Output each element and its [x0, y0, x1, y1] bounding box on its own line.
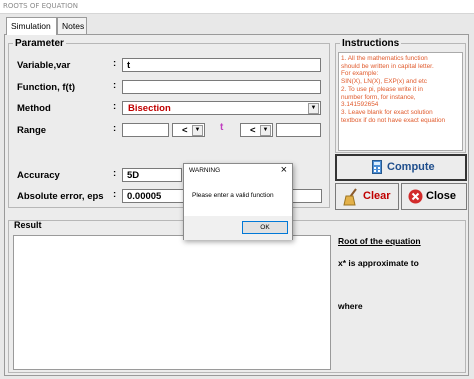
- result-title: Result: [14, 220, 42, 230]
- compute-button[interactable]: Compute: [335, 154, 467, 181]
- instruction-line: SIN(X), LN(X), EXP(x) and etc: [341, 78, 427, 86]
- tab-simulation[interactable]: Simulation: [6, 17, 57, 35]
- root-approx-label: x* is approximate to: [338, 258, 419, 268]
- method-colon: :: [113, 101, 117, 112]
- accuracy-colon: :: [113, 168, 117, 179]
- range-lower-input[interactable]: [122, 123, 169, 137]
- instruction-line: should be written in capital letter.: [341, 62, 434, 70]
- clear-button[interactable]: Clear: [335, 183, 399, 210]
- dialog-message: Please enter a valid function: [192, 192, 274, 199]
- abs-error-input[interactable]: 0.00005: [122, 189, 184, 203]
- variable-input[interactable]: t: [122, 58, 321, 72]
- compute-button-label: Compute: [387, 161, 435, 173]
- instructions-text: 1. All the mathematics function should b…: [338, 52, 463, 151]
- instruction-line: 2. To use pi, please write it in: [341, 85, 423, 93]
- range-operator-2-value: <: [250, 125, 256, 136]
- range-label: Range: [17, 125, 47, 136]
- root-where-label: where: [338, 301, 363, 311]
- range-colon: :: [113, 123, 117, 134]
- dialog-close-icon[interactable]: ×: [281, 164, 287, 176]
- window-title-bar: ROOTS OF EQUATION: [0, 0, 474, 14]
- chevron-down-icon[interactable]: ▼: [308, 103, 319, 114]
- function-label: Function, f(t): [17, 82, 76, 93]
- dialog-ok-button[interactable]: OK: [242, 221, 288, 234]
- range-operator-2-select[interactable]: < ▼: [240, 123, 273, 137]
- accuracy-input[interactable]: 5D: [122, 168, 182, 182]
- dialog-title: WARNING: [189, 167, 221, 174]
- broom-icon: [343, 188, 357, 206]
- chevron-down-icon[interactable]: ▼: [192, 125, 203, 136]
- instruction-line: 1. All the mathematics function: [341, 55, 428, 62]
- calculator-icon: [372, 160, 382, 174]
- tab-notes[interactable]: Notes: [57, 17, 87, 34]
- range-operator-1-select[interactable]: < ▼: [172, 123, 205, 137]
- instruction-line: 3.141592654: [341, 101, 379, 109]
- chevron-down-icon[interactable]: ▼: [260, 125, 271, 136]
- instruction-line: For example:: [341, 70, 379, 78]
- variable-colon: :: [113, 58, 117, 69]
- range-operator-1-value: <: [182, 125, 188, 136]
- range-variable: t: [220, 122, 224, 133]
- parameter-title: Parameter: [13, 38, 66, 49]
- warning-dialog: WARNING × Please enter a valid function …: [183, 163, 293, 240]
- close-icon: [408, 189, 423, 204]
- function-input[interactable]: [122, 80, 321, 94]
- range-upper-input[interactable]: [276, 123, 321, 137]
- variable-label: Variable,var: [17, 60, 71, 71]
- method-selected-value: Bisection: [128, 103, 171, 114]
- method-select[interactable]: Bisection ▼: [122, 101, 321, 115]
- method-label: Method: [17, 103, 51, 114]
- clear-button-label: Clear: [363, 190, 391, 202]
- function-colon: :: [113, 80, 117, 91]
- instructions-title: Instructions: [340, 38, 402, 49]
- instruction-line: number form, for instance,: [341, 93, 416, 101]
- instruction-line: 3. Leave blank for exact solution: [341, 108, 433, 116]
- window-title: ROOTS OF EQUATION: [3, 2, 78, 10]
- accuracy-label: Accuracy: [17, 170, 60, 181]
- instruction-line: textbox if do not have exact equation: [341, 116, 446, 124]
- abs-error-colon: :: [113, 189, 117, 200]
- result-textbox[interactable]: [13, 235, 331, 370]
- root-title: Root of the equation: [338, 236, 421, 246]
- abs-error-label: Absolute error, eps: [17, 191, 104, 202]
- close-button[interactable]: Close: [401, 183, 467, 210]
- close-button-label: Close: [426, 190, 456, 202]
- abs-error-extra-field[interactable]: [292, 189, 322, 203]
